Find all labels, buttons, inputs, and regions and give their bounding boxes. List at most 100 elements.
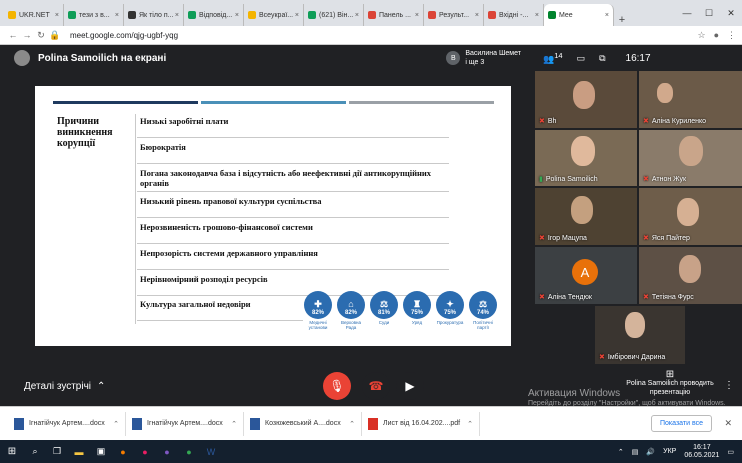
participant-tile[interactable]: ✖ Яся Пайтер <box>639 188 742 245</box>
meeting-details-label: Деталі зустрічі <box>24 380 92 392</box>
participant-tile[interactable]: ✖ Аліна Куриленко <box>639 71 742 128</box>
stat-label: Прокуратура <box>436 320 464 325</box>
word-icon[interactable]: W <box>200 440 222 463</box>
forward-icon[interactable]: → <box>20 30 34 40</box>
chevron-up-icon[interactable]: ⌃ <box>349 420 355 428</box>
browser-tab[interactable]: Mee × <box>544 4 614 26</box>
close-tab-icon[interactable]: × <box>355 12 359 19</box>
task-view-icon[interactable]: ❐ <box>46 440 68 463</box>
participant-name: ✖ Тетіяна Фурс <box>643 293 694 302</box>
download-item[interactable]: Козюжевський А....docx ⌃ <box>244 411 362 436</box>
file-explorer-icon[interactable]: ▬ <box>68 440 90 463</box>
cause-row: Низькі заробітні плати <box>137 116 449 138</box>
tab-favicon-icon <box>68 11 76 19</box>
activities-icon[interactable]: ⧉ <box>599 53 605 64</box>
windows-start-icon[interactable]: ⊞ <box>0 446 24 457</box>
back-icon[interactable]: ← <box>6 30 20 40</box>
close-tab-icon[interactable]: × <box>295 12 299 19</box>
participant-tile[interactable]: A ✖ Аліна Тендюк <box>535 247 637 304</box>
mic-off-icon: ✖ <box>539 235 545 242</box>
download-name: Лист від 16.04.202....pdf <box>383 420 461 427</box>
browser-tab[interactable]: Як тіло п... × <box>124 4 184 26</box>
stat-badge: ✦ 75% <box>436 291 464 319</box>
close-tab-icon[interactable]: × <box>55 12 59 19</box>
leave-call-button[interactable]: ☎ <box>362 372 390 400</box>
meeting-details-button[interactable]: Деталі зустрічі ⌃ <box>24 381 105 392</box>
close-tab-icon[interactable]: × <box>235 12 239 19</box>
input-language[interactable]: УКР <box>663 448 676 455</box>
download-item[interactable]: Ігнатійчук Артем....docx ⌃ <box>126 411 244 436</box>
profile-icon[interactable]: ● <box>714 30 719 41</box>
participant-label: Тетіяна Фурс <box>651 293 694 301</box>
chevron-up-icon[interactable]: ⌃ <box>618 448 624 456</box>
stat-item: ✚ 82% Медичні установи <box>303 291 333 330</box>
stat-label: Суди <box>378 320 390 325</box>
new-tab-button[interactable]: + <box>614 14 630 26</box>
chevron-up-icon[interactable]: ⌃ <box>467 420 473 428</box>
stat-label: Політичні партії <box>473 320 493 330</box>
participant-label: Імбірович Дарина <box>607 353 666 361</box>
mic-on-icon: ▮ <box>539 176 543 183</box>
minimize-icon[interactable]: — <box>676 8 698 18</box>
tab-favicon-icon <box>8 11 16 19</box>
address-actions: ☆ ● ⋮ <box>697 30 736 41</box>
window-controls: — ☐ ✕ <box>676 0 742 26</box>
camera-toggle-button[interactable]: ▶ <box>396 372 424 400</box>
participant-tile[interactable]: ✖ Ігор Мацупа <box>535 188 637 245</box>
participant-name: ✖ Аліна Тендюк <box>539 293 592 302</box>
participant-tile[interactable]: ▮ Polina Samoilich <box>535 130 637 186</box>
close-tab-icon[interactable]: × <box>475 12 479 19</box>
browser-tab[interactable]: Результ... × <box>424 4 484 26</box>
browser-tab[interactable]: Панель ... × <box>364 4 424 26</box>
maximize-icon[interactable]: ☐ <box>698 8 720 19</box>
search-icon[interactable]: ⌕ <box>24 440 46 463</box>
cause-row: Погана законодавча база і відсутність аб… <box>137 168 449 192</box>
chat-icon[interactable]: ▭ <box>577 53 586 64</box>
menu-icon[interactable]: ⋮ <box>727 30 736 41</box>
reload-icon[interactable]: ↻ <box>34 30 48 41</box>
notifications-icon[interactable]: ▭ <box>727 448 734 456</box>
show-all-button[interactable]: Показати все <box>651 415 712 432</box>
app-icon[interactable]: ● <box>134 440 156 463</box>
institution-icon: ⚖ <box>379 299 389 309</box>
browser-tab[interactable]: Відповід... × <box>184 4 244 26</box>
chrome-icon[interactable]: ● <box>178 440 200 463</box>
mic-toggle-button[interactable]: 🎙 <box>323 372 351 400</box>
participant-tile[interactable]: ✖ Атнон Жук <box>639 130 742 186</box>
browser-tab[interactable]: тези з в... × <box>64 4 124 26</box>
participant-tile[interactable]: ✖ Тетіяна Фурс <box>639 247 742 304</box>
close-window-icon[interactable]: ✕ <box>720 8 742 19</box>
close-tab-icon[interactable]: × <box>535 12 539 19</box>
chevron-up-icon[interactable]: ⌃ <box>231 420 237 428</box>
cause-row: Бюрократія <box>137 142 449 164</box>
browser-tab[interactable]: (621) Він... × <box>304 4 364 26</box>
tab-favicon-icon <box>368 11 376 19</box>
participant-video <box>677 198 699 226</box>
close-tab-icon[interactable]: × <box>175 12 179 19</box>
browser-icon[interactable]: ● <box>112 440 134 463</box>
download-item[interactable]: Ігнатійчук Артем....docx ⌃ <box>8 411 126 436</box>
cause-row: Культура загальної недовіри <box>137 299 303 321</box>
people-icon[interactable]: 👥14 <box>543 51 563 65</box>
close-tab-icon[interactable]: × <box>605 12 609 19</box>
participant-tile[interactable]: ✖ Вh <box>535 71 637 128</box>
download-item[interactable]: Лист від 16.04.202....pdf ⌃ <box>362 411 480 436</box>
url-field[interactable]: meet.google.com/qjg-ugbf-yqg <box>70 31 178 40</box>
star-icon[interactable]: ☆ <box>697 30 705 41</box>
participant-tile[interactable]: ✖ Імбірович Дарина <box>595 306 685 364</box>
close-tab-icon[interactable]: × <box>115 12 119 19</box>
participant-video <box>571 136 595 166</box>
browser-tab[interactable]: Всеукраї... × <box>244 4 304 26</box>
tray-clock[interactable]: 16:17 06.05.2021 <box>684 444 719 460</box>
volume-icon[interactable]: 🔊 <box>646 448 655 456</box>
download-name: Козюжевський А....docx <box>265 420 341 427</box>
browser-tab[interactable]: Вхідні -... × <box>484 4 544 26</box>
chevron-up-icon[interactable]: ⌃ <box>113 420 119 428</box>
viber-icon[interactable]: ● <box>156 440 178 463</box>
close-downloads-icon[interactable]: ✕ <box>724 418 732 429</box>
network-icon[interactable]: ▤ <box>632 448 639 456</box>
store-icon[interactable]: ▣ <box>90 440 112 463</box>
tray-time: 16:17 <box>693 443 711 451</box>
browser-tab[interactable]: UKR.NET × <box>4 4 64 26</box>
close-tab-icon[interactable]: × <box>415 12 419 19</box>
